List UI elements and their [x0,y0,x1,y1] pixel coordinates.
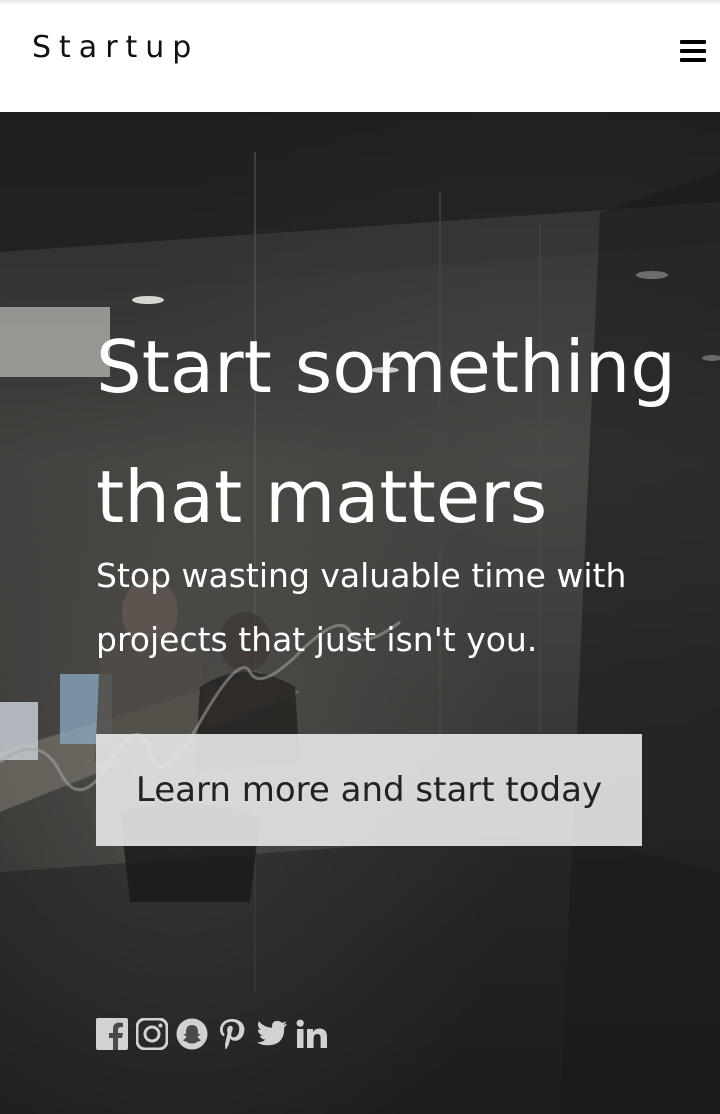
logo[interactable]: Startup [32,30,199,65]
hero-subheadline: Stop wasting valuable time with projects… [96,556,627,659]
social-links [96,1014,328,1054]
snapchat-icon[interactable] [176,1016,208,1052]
instagram-icon[interactable] [136,1016,168,1052]
facebook-icon[interactable] [96,1016,128,1052]
pinterest-icon[interactable] [216,1016,248,1052]
twitter-icon[interactable] [256,1016,288,1052]
learn-more-button[interactable]: Learn more and start today [96,734,642,846]
top-navbar: Startup [0,0,720,112]
hero-headline: Start something that matters [96,325,676,539]
hamburger-menu-icon[interactable] [680,40,706,62]
hero-section: Start something that matters Stop wastin… [0,112,720,1114]
linkedin-icon[interactable] [296,1016,328,1052]
